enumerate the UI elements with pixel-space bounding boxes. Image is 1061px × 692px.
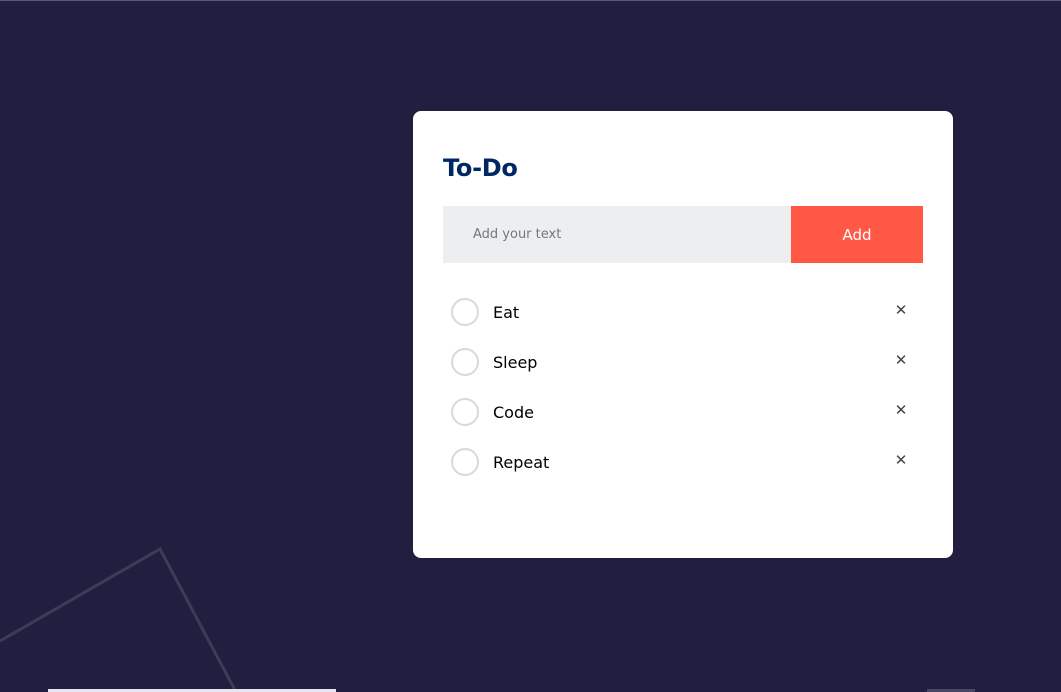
task-label: Code [493, 403, 534, 422]
circle-checkbox-icon[interactable] [451, 398, 479, 426]
list-item[interactable]: Eat ✕ [443, 288, 923, 338]
task-label: Repeat [493, 453, 550, 472]
close-icon[interactable]: ✕ [893, 452, 909, 468]
page-title: To-Do [443, 154, 518, 182]
list-item[interactable]: Sleep ✕ [443, 338, 923, 388]
close-icon[interactable]: ✕ [893, 352, 909, 368]
todo-card: To-Do Add Eat ✕ Sleep ✕ Code ✕ Repeat ✕ [413, 111, 953, 558]
task-list: Eat ✕ Sleep ✕ Code ✕ Repeat ✕ [443, 288, 923, 488]
circle-checkbox-icon[interactable] [451, 448, 479, 476]
list-item[interactable]: Repeat ✕ [443, 438, 923, 488]
task-input[interactable] [443, 206, 791, 263]
close-icon[interactable]: ✕ [893, 402, 909, 418]
circle-checkbox-icon[interactable] [451, 348, 479, 376]
task-label: Eat [493, 303, 520, 322]
circle-checkbox-icon[interactable] [451, 298, 479, 326]
list-item[interactable]: Code ✕ [443, 388, 923, 438]
add-task-row: Add [443, 206, 923, 263]
close-icon[interactable]: ✕ [893, 302, 909, 318]
add-button[interactable]: Add [791, 206, 923, 263]
task-label: Sleep [493, 353, 538, 372]
